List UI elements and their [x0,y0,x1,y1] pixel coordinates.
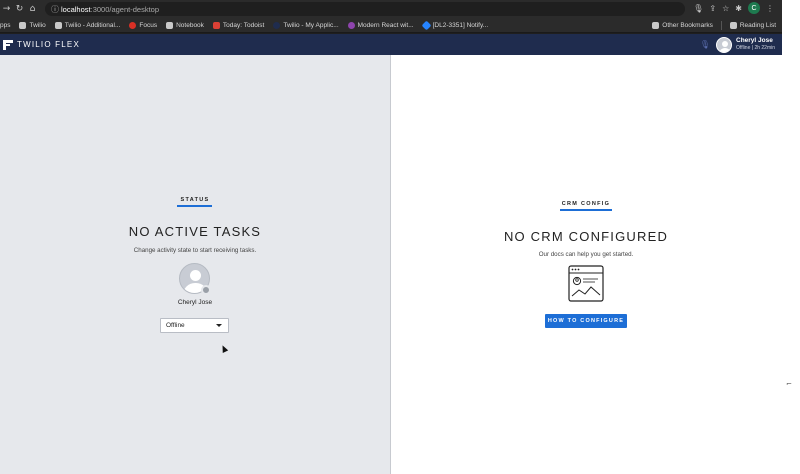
activity-select-value: Offline [166,322,185,329]
status-label: STATUS [180,197,210,203]
folder-icon [19,21,27,29]
other-bookmarks[interactable]: Other Bookmarks [652,22,713,29]
user-name: Cheryl Jose [736,36,773,44]
bookmark-item[interactable]: [DL2-3351] Notify... [421,20,488,30]
star-icon[interactable]: ☆ [722,4,729,13]
bookmarks-bar: pps Twilio Twilio - Additional... Focus … [0,18,782,33]
browser-window: → ↻ ⌂ ⓘ localhost:3000/agent-desktop 🎙 ⇪… [0,0,782,474]
folder-icon [54,21,62,29]
user-avatar[interactable] [716,36,732,53]
user-menu[interactable]: Cheryl Jose Offline | 2h 22min [736,36,782,52]
crm-panel: CRM CONFIG NO CRM CONFIGURED Our docs ca… [391,55,782,474]
twilio-flex-logo-icon [3,39,13,50]
share-icon[interactable]: ⇪ [709,4,716,13]
no-crm-title: NO CRM CONFIGURED [503,229,669,244]
desktop-glyph: ⌐ [786,380,792,388]
bookmark-item[interactable]: Notebook [166,21,204,29]
divider [720,21,722,30]
crm-subtitle: Our docs can help you get started. [538,251,634,258]
status-underline [177,205,212,207]
bookmark-item[interactable]: Focus [129,21,157,29]
extensions-icon[interactable]: ✱ [735,4,742,13]
home-icon[interactable]: ⌂ [26,4,39,14]
user-status: Offline | 2h 22min [736,45,776,52]
bookmark-item[interactable]: Modern React wit... [347,21,414,29]
folder-icon [166,21,174,29]
course-icon [347,21,355,29]
agent-name: Cheryl Jose [177,299,213,306]
url-path: :3000/agent-desktop [90,4,159,14]
activity-select[interactable]: Offline [160,318,229,333]
folder-icon [652,22,660,29]
back-icon[interactable]: → [0,4,13,14]
crm-underline [560,209,612,211]
crm-config-label: CRM CONFIG [561,201,611,207]
no-active-tasks-title: NO ACTIVE TASKS [128,224,262,239]
mic-icon[interactable]: 🎙 [693,4,703,13]
focus-icon [129,21,137,29]
flex-header: TWILIO FLEX 🎙 Cheryl Jose Offline | 2h 2… [0,34,782,55]
todoist-icon [212,21,220,29]
menu-icon[interactable]: ⋮ [766,4,774,13]
jira-icon [421,20,432,30]
caret-down-icon [216,324,222,327]
desktop-edge: ⌐ [782,0,800,474]
bookmark-item[interactable]: Twilio [19,21,46,29]
profile-avatar[interactable]: C [748,2,760,14]
mouse-cursor-icon [219,344,229,353]
site-info-icon[interactable]: ⓘ [51,4,61,15]
status-subtitle: Change activity state to start receiving… [133,247,257,254]
crm-window-icon [568,265,604,302]
bookmark-item[interactable]: Today: Todoist [212,21,264,29]
reading-list[interactable]: Reading List [729,22,776,29]
bookmark-item[interactable]: Twilio - My Applic... [273,21,339,29]
presence-indicator [201,285,211,295]
how-to-configure-button[interactable]: HOW TO CONFIGURE [545,314,627,328]
address-bar: → ↻ ⌂ ⓘ localhost:3000/agent-desktop 🎙 ⇪… [0,0,782,18]
reload-icon[interactable]: ↻ [13,4,26,14]
bookmark-apps[interactable]: pps [0,22,10,29]
bookmark-item[interactable]: Twilio - Additional... [54,21,120,29]
reading-list-icon [729,22,737,29]
url-host: localhost [61,4,91,14]
url-input[interactable]: ⓘ localhost:3000/agent-desktop [45,2,685,16]
twilio-icon [273,21,281,29]
voice-icon: 🎙 [699,40,710,49]
status-panel: STATUS NO ACTIVE TASKS Change activity s… [0,55,391,474]
app-title: TWILIO FLEX [17,40,80,49]
